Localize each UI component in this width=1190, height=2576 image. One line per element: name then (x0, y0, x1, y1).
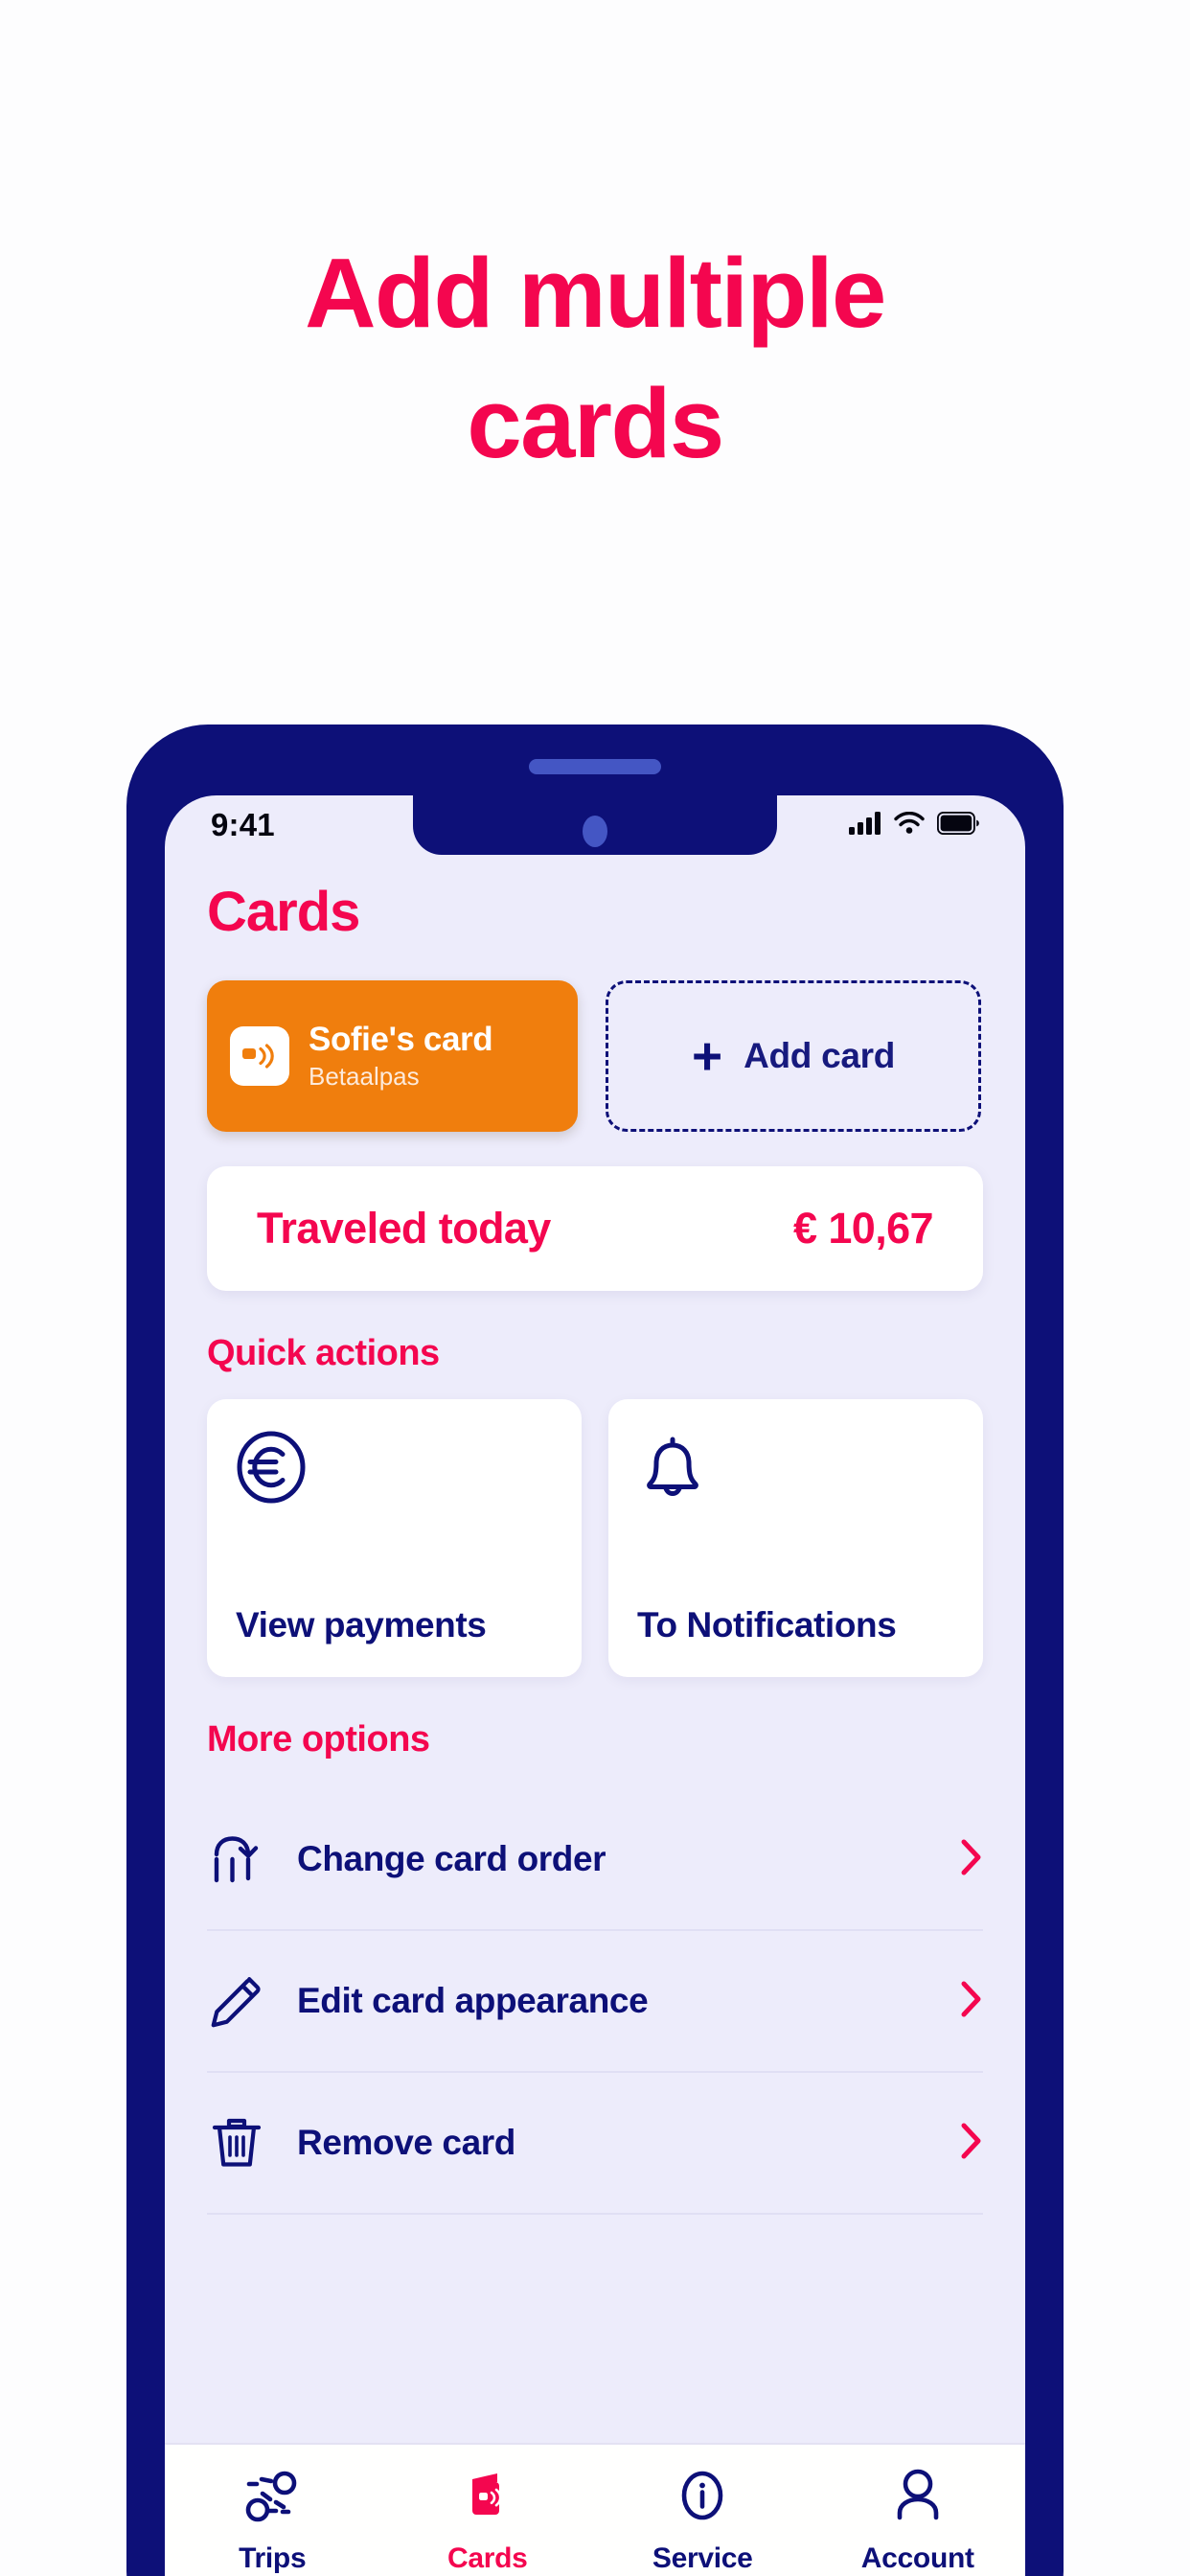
add-card-button[interactable]: + Add card (606, 980, 981, 1132)
page-title: Cards (207, 881, 360, 943)
tab-trips[interactable]: Trips (165, 2468, 380, 2575)
tab-label: Cards (446, 2542, 528, 2574)
battery-icon (936, 811, 979, 840)
option-label: Remove card (297, 2123, 515, 2162)
reorder-icon (207, 1831, 266, 1887)
plus-icon: + (691, 1025, 723, 1086)
phone-frame: 9:41 Cards Sofie's card Betaalpas + Add … (127, 725, 1063, 2576)
promo-screen: Add multiple cards 9:41 Cards Sofie's ca… (0, 0, 1190, 2576)
euro-circle-icon (236, 1430, 553, 1509)
option-label: Edit card appearance (297, 1981, 649, 2020)
trash-icon (207, 2115, 266, 2171)
bell-icon (637, 1430, 954, 1509)
contactless-card-icon (230, 1026, 289, 1086)
status-icons (849, 811, 979, 840)
signal-bars-icon (849, 811, 881, 840)
bottom-tab-bar: Trips Cards Service Account (165, 2443, 1025, 2576)
tab-service[interactable]: Service (595, 2468, 811, 2575)
more-options-title: More options (207, 1719, 430, 1760)
quick-action-view-payments[interactable]: View payments (207, 1399, 582, 1677)
status-clock: 9:41 (211, 807, 275, 842)
quick-actions-grid: View payments To Notifications (207, 1399, 983, 1677)
traveled-today-label: Traveled today (257, 1204, 551, 1253)
chevron-right-icon[interactable] (960, 2122, 983, 2165)
screen-content: Cards Sofie's card Betaalpas + Add card … (165, 880, 1025, 2215)
pass-card-type: Betaalpas (309, 1062, 420, 1091)
quick-actions-title: Quick actions (207, 1333, 440, 1373)
traveled-today-banner[interactable]: Traveled today € 10,67 (207, 1166, 983, 1291)
cards-stack-icon (457, 2468, 518, 2530)
traveled-today-amount: € 10,67 (793, 1204, 934, 1253)
phone-screen: 9:41 Cards Sofie's card Betaalpas + Add … (165, 795, 1025, 2576)
tab-label: Trips (239, 2542, 307, 2574)
cards-row: Sofie's card Betaalpas + Add card (207, 980, 983, 1132)
page-headline: Add multiple cards (0, 228, 1190, 489)
headline-line-2: cards (467, 367, 724, 478)
option-row-edit-card-appearance[interactable]: Edit card appearance (207, 1931, 983, 2073)
tab-cards[interactable]: Cards (380, 2468, 596, 2575)
more-options-list: Change card order Edit card appearance R… (207, 1789, 983, 2215)
tab-account[interactable]: Account (811, 2468, 1026, 2575)
info-circle-icon (672, 2468, 733, 2530)
option-row-remove-card[interactable]: Remove card (207, 2073, 983, 2215)
pass-card-name: Sofie's card (309, 1021, 493, 1058)
quick-action-label: To Notifications (637, 1604, 897, 1644)
chevron-right-icon[interactable] (960, 1838, 983, 1881)
tab-label: Account (860, 2542, 974, 2574)
pencil-icon (207, 1973, 266, 2029)
quick-action-to-notifications[interactable]: To Notifications (608, 1399, 983, 1677)
person-icon (887, 2468, 949, 2530)
status-bar: 9:41 (165, 795, 1025, 855)
phone-speaker (529, 759, 661, 774)
route-icon (241, 2468, 303, 2530)
wifi-icon (894, 811, 925, 840)
headline-line-1: Add multiple (305, 238, 886, 348)
quick-action-label: View payments (236, 1604, 487, 1644)
pass-card-texts: Sofie's card Betaalpas (309, 1021, 493, 1092)
option-row-change-card-order[interactable]: Change card order (207, 1789, 983, 1931)
pass-card-sofies-card[interactable]: Sofie's card Betaalpas (207, 980, 578, 1132)
tab-label: Service (652, 2542, 753, 2574)
add-card-label: Add card (744, 1036, 896, 1075)
chevron-right-icon[interactable] (960, 1980, 983, 2023)
option-label: Change card order (297, 1839, 606, 1878)
